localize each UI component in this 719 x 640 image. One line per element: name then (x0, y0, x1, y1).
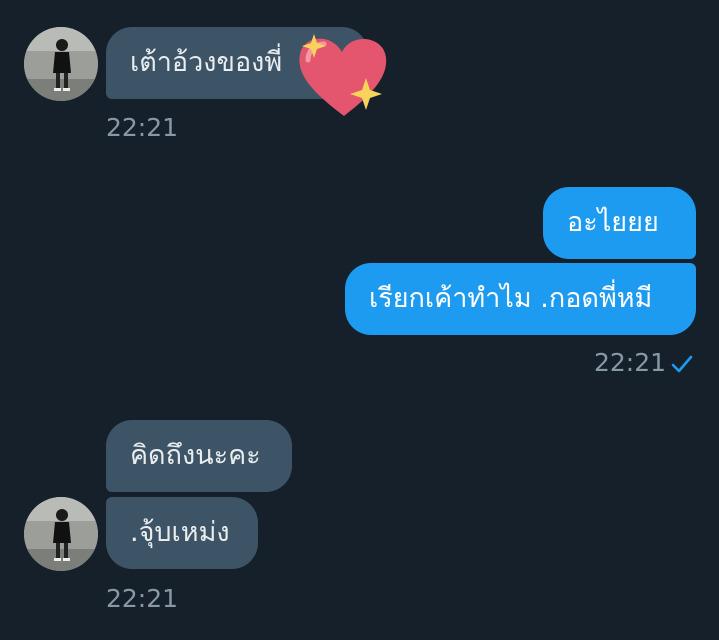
message-text: คิดถึงนะคะ (130, 440, 261, 471)
message-timestamp: 22:21 (106, 584, 179, 613)
sent-check-icon (671, 355, 693, 373)
sparkling-heart-icon (299, 34, 387, 116)
message-timestamp: 22:21 (106, 113, 179, 142)
avatar-photo (24, 497, 98, 571)
message-bubble-outgoing[interactable]: เรียกเค้าทำไม .กอดพี่หมี (345, 263, 696, 335)
sender-avatar[interactable] (24, 497, 98, 571)
sender-avatar[interactable] (24, 27, 98, 101)
message-text: เต้าอ้วงของพี่ (130, 47, 283, 78)
message-text: .จุ้บเหม่ง (130, 517, 230, 548)
message-bubble-outgoing[interactable]: อะไยยย (543, 187, 696, 259)
message-bubble-incoming[interactable]: คิดถึงนะคะ (106, 420, 292, 492)
message-bubble-incoming[interactable]: .จุ้บเหม่ง (106, 497, 258, 569)
avatar-photo (24, 27, 98, 101)
message-text: เรียกเค้าทำไม .กอดพี่หมี (369, 283, 653, 314)
message-timestamp: 22:21 (594, 348, 667, 377)
message-text: อะไยยย (567, 207, 659, 238)
